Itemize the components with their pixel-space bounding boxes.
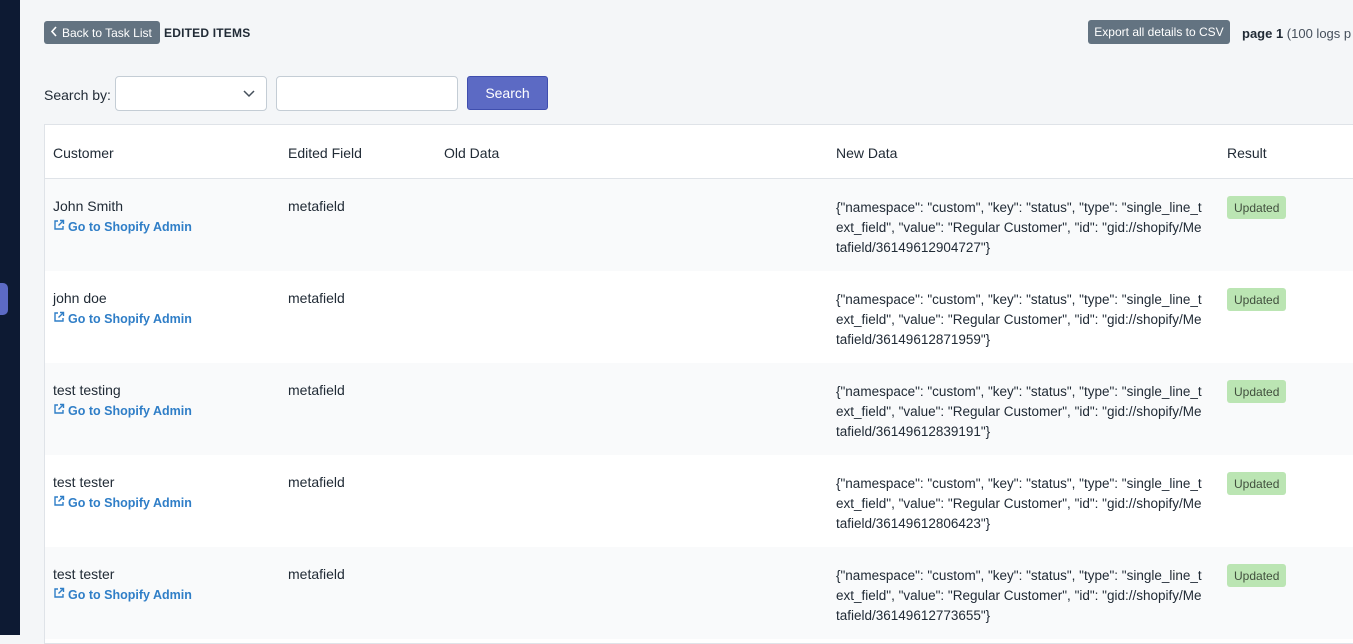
pagination-info: page 1 (100 logs p (1242, 26, 1351, 41)
nav-active-marker[interactable] (0, 283, 8, 315)
column-header-edited-field: Edited Field (288, 145, 362, 161)
column-header-old-data: Old Data (444, 145, 500, 161)
customer-name: John Smith (53, 198, 124, 214)
edited-field: metafield (288, 382, 345, 398)
external-link-icon (53, 403, 65, 418)
shopify-admin-link[interactable]: Go to Shopify Admin (53, 495, 192, 510)
edited-field: metafield (288, 566, 345, 582)
customer-name: test testing (53, 382, 121, 398)
new-data: {"namespace": "custom", "key": "status",… (836, 568, 1202, 623)
edited-field: metafield (288, 290, 345, 306)
status-badge: Updated (1227, 288, 1287, 311)
edited-items-table: Customer Edited Field Old Data New Data … (44, 124, 1353, 644)
external-link-icon (53, 587, 65, 602)
table-row: john doe Go to Shopify Admin metafield {… (45, 271, 1353, 363)
shopify-admin-link-label: Go to Shopify Admin (68, 403, 192, 418)
customer-name: test tester (53, 566, 115, 582)
external-link-icon (53, 311, 65, 326)
table-header: Customer Edited Field Old Data New Data … (45, 125, 1353, 179)
external-link-icon (53, 495, 65, 510)
table-row: test tester Go to Shopify Admin metafiel… (45, 547, 1353, 639)
export-csv-button[interactable]: Export all details to CSV (1088, 20, 1230, 44)
page-number: page 1 (1242, 26, 1284, 41)
customer-name: john doe (53, 290, 107, 306)
search-by-label: Search by: (44, 87, 111, 103)
shopify-admin-link[interactable]: Go to Shopify Admin (53, 311, 192, 326)
search-field-select[interactable] (115, 76, 267, 111)
new-data: {"namespace": "custom", "key": "status",… (836, 476, 1202, 531)
search-button[interactable]: Search (467, 76, 548, 110)
shopify-admin-link-label: Go to Shopify Admin (68, 311, 192, 326)
table-row: test testing Go to Shopify Admin metafie… (45, 363, 1353, 455)
edited-field: metafield (288, 198, 345, 214)
edited-field: metafield (288, 474, 345, 490)
column-header-customer: Customer (53, 145, 114, 161)
search-input[interactable] (276, 76, 458, 111)
shopify-admin-link-label: Go to Shopify Admin (68, 587, 192, 602)
status-badge: Updated (1227, 196, 1287, 219)
shopify-admin-link-label: Go to Shopify Admin (68, 219, 192, 234)
left-navigation-rail (0, 0, 20, 635)
status-badge: Updated (1227, 472, 1287, 495)
column-header-result: Result (1227, 145, 1267, 161)
customer-name: test tester (53, 474, 115, 490)
status-badge: Updated (1227, 564, 1287, 587)
column-header-new-data: New Data (836, 145, 898, 161)
back-to-task-list-button[interactable]: Back to Task List (44, 21, 160, 44)
external-link-icon (53, 219, 65, 234)
shopify-admin-link[interactable]: Go to Shopify Admin (53, 219, 192, 234)
table-row: test tester Go to Shopify Admin metafiel… (45, 455, 1353, 547)
back-button-label: Back to Task List (62, 25, 152, 40)
page-title: EDITED ITEMS (164, 26, 251, 40)
shopify-admin-link[interactable]: Go to Shopify Admin (53, 403, 192, 418)
table-row: John Smith Go to Shopify Admin metafield… (45, 179, 1353, 271)
new-data: {"namespace": "custom", "key": "status",… (836, 384, 1202, 439)
status-badge: Updated (1227, 380, 1287, 403)
chevron-down-icon (242, 86, 256, 103)
new-data: {"namespace": "custom", "key": "status",… (836, 292, 1202, 347)
new-data: {"namespace": "custom", "key": "status",… (836, 200, 1202, 255)
page-size-info: (100 logs p (1283, 26, 1352, 41)
shopify-admin-link-label: Go to Shopify Admin (68, 495, 192, 510)
shopify-admin-link[interactable]: Go to Shopify Admin (53, 587, 192, 602)
chevron-left-icon (50, 25, 58, 40)
